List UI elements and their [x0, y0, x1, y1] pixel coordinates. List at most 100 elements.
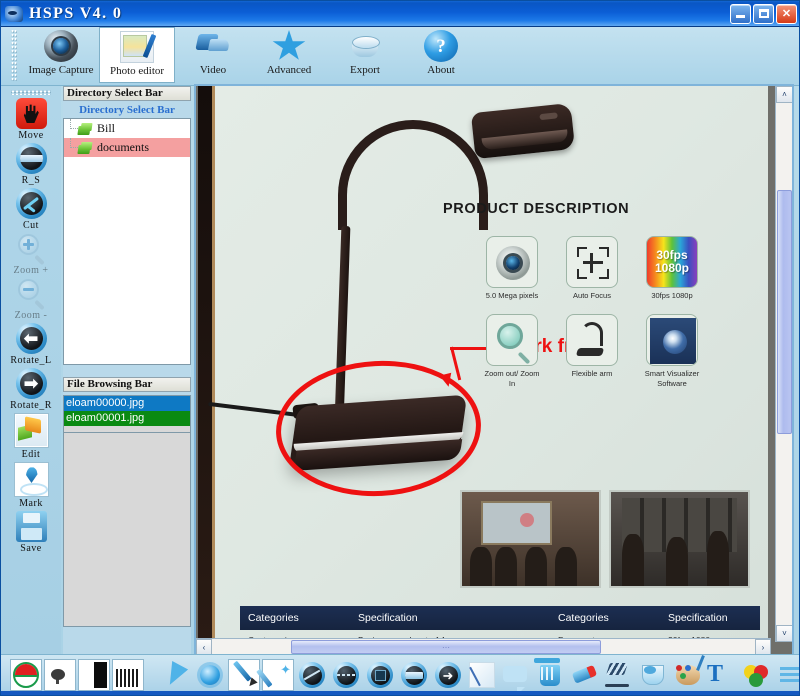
camera-icon: [44, 30, 78, 62]
badge-line-2: 1080p: [654, 261, 690, 275]
magic-wand-icon: [265, 662, 291, 688]
color-wheel-button[interactable]: [738, 659, 770, 691]
tool-cut[interactable]: Cut: [1, 188, 61, 231]
tool-zoom-in[interactable]: Zoom +: [1, 233, 61, 276]
tool-rotate-left-label: Rotate_L: [10, 355, 52, 366]
list-item[interactable]: eloam00000.jpg: [64, 396, 190, 411]
feature-autofocus: Auto Focus: [563, 236, 621, 300]
pencil-icon: [231, 662, 257, 688]
image-canvas[interactable]: Mark freely PRODUCT DESCRIPTION 5.0 Mega…: [198, 86, 768, 642]
directory-panel-caption: Directory Select Bar: [79, 104, 175, 116]
stamp-button[interactable]: [602, 659, 634, 691]
floppy-disk-icon: [15, 511, 47, 542]
document-line-button[interactable]: [466, 659, 498, 691]
question-mark-icon: ?: [424, 30, 458, 62]
tool-save[interactable]: Save: [1, 511, 61, 554]
color-mode-button[interactable]: [10, 659, 42, 691]
text-tool-icon: T: [707, 661, 724, 687]
line-width-button[interactable]: [772, 659, 799, 691]
lamp-head-button: [539, 112, 558, 121]
file-list[interactable]: eloam00000.jpg eloam00001.jpg: [63, 395, 191, 433]
tab-image-capture-label: Image Capture: [28, 64, 94, 76]
ellipse-tool-button[interactable]: [398, 659, 430, 691]
close-button[interactable]: ✕: [776, 3, 797, 24]
eraser-button[interactable]: [568, 659, 600, 691]
spec-header-2: Specification: [358, 612, 418, 624]
tool-rail: Move R_S Cut Zoom + Zoom - ⬅ Rotate_L ➡ …: [1, 86, 61, 656]
rectangle-tool-button[interactable]: [364, 659, 396, 691]
tool-rotate-right-label: Rotate_R: [10, 400, 52, 411]
ellipse-tool-icon: [401, 662, 427, 688]
bottom-toolbar: ➜ T: [1, 654, 799, 695]
folder-icon: [78, 142, 92, 154]
feature-autofocus-label: Auto Focus: [573, 291, 611, 300]
palette-brush-button[interactable]: [670, 659, 702, 691]
list-item[interactable]: eloam00001.jpg: [64, 411, 190, 426]
focus-frame-icon: [566, 236, 618, 288]
file-list-empty-area: [63, 433, 191, 627]
vertical-scrollbar[interactable]: ˄ ˅: [775, 86, 792, 642]
paint-bucket-button[interactable]: [636, 659, 668, 691]
vertical-scroll-thumb[interactable]: [777, 190, 792, 434]
tool-zoom-out[interactable]: Zoom -: [1, 278, 61, 321]
software-disc-icon: [646, 314, 698, 367]
scroll-right-button[interactable]: ›: [755, 639, 771, 654]
pencil-tool-button[interactable]: [228, 659, 260, 691]
horizontal-scroll-thumb[interactable]: ⋯: [291, 640, 601, 654]
tab-video[interactable]: Video: [175, 27, 251, 83]
tool-edit[interactable]: Edit: [1, 413, 61, 460]
directory-tree[interactable]: Bill documents: [63, 118, 191, 365]
toolbar-grip[interactable]: [11, 29, 17, 81]
window-title: HSPS V4. 0: [29, 4, 123, 22]
tab-advanced[interactable]: Advanced: [251, 27, 327, 83]
scroll-up-button[interactable]: ˄: [776, 86, 792, 103]
line-width-icon: [775, 662, 799, 688]
palette-brush-icon: [673, 662, 700, 688]
spec-table-header: Categories Specification Categories Spec…: [240, 606, 760, 630]
feature-row-2: Zoom out/ Zoom In Flexible arm Smart Vis…: [483, 314, 768, 388]
tree-item-documents[interactable]: documents: [64, 138, 190, 157]
magic-wand-button[interactable]: [262, 659, 294, 691]
black-white-button[interactable]: [78, 659, 110, 691]
brightness-tool-button[interactable]: [194, 659, 226, 691]
maximize-button[interactable]: [753, 3, 774, 24]
rectangle-tool-icon: [367, 662, 393, 688]
tool-rs[interactable]: R_S: [1, 143, 61, 186]
application-window: HSPS V4. 0 ✕ Image Capture Photo editor …: [0, 0, 800, 696]
tool-move[interactable]: Move: [1, 98, 61, 141]
tool-rotate-left[interactable]: ⬅ Rotate_L: [1, 323, 61, 366]
cursor-tool-button[interactable]: [160, 659, 192, 691]
browser-panel: Directory Select Bar Directory Select Ba…: [63, 86, 191, 656]
horizontal-scrollbar[interactable]: ‹ ⋯ ›: [196, 638, 771, 654]
rainbow-badge-icon: 30fps 1080p: [646, 236, 698, 288]
color-mode-icon: [13, 662, 39, 688]
tab-photo-editor[interactable]: Photo editor: [99, 27, 175, 83]
text-tool-button[interactable]: T: [704, 659, 736, 691]
arrow-tool-button[interactable]: ➜: [432, 659, 464, 691]
tab-export-label: Export: [350, 64, 380, 76]
window-controls: ✕: [730, 3, 799, 24]
camera-lens-icon: [486, 236, 538, 288]
spec-header-3: Categories: [558, 612, 609, 624]
feature-row-1: 5.0 Mega pixels Auto Focus 30fps 1080p 3…: [483, 236, 768, 300]
histogram-button[interactable]: [112, 659, 144, 691]
line-tool-button[interactable]: [296, 659, 328, 691]
minimize-button[interactable]: [730, 3, 751, 24]
eraser-icon: [571, 662, 597, 688]
tree-item-bill[interactable]: Bill: [64, 119, 190, 138]
tool-mark[interactable]: Mark: [1, 462, 61, 509]
tree-scene-button[interactable]: [44, 659, 76, 691]
scroll-left-button[interactable]: ‹: [196, 639, 212, 654]
product-description-heading: PRODUCT DESCRIPTION: [443, 201, 630, 217]
trash-button[interactable]: [534, 659, 566, 691]
scroll-down-button[interactable]: ˅: [776, 625, 792, 642]
tab-advanced-label: Advanced: [266, 64, 312, 76]
tab-export[interactable]: Export: [327, 27, 403, 83]
tab-image-capture[interactable]: Image Capture: [23, 27, 99, 83]
dashed-line-button[interactable]: [330, 659, 362, 691]
resize-icon: [15, 143, 47, 174]
tool-rotate-right[interactable]: ➡ Rotate_R: [1, 368, 61, 411]
rail-grip[interactable]: [11, 90, 51, 95]
callout-bubble-button[interactable]: [500, 659, 532, 691]
tab-about[interactable]: ? About: [403, 27, 479, 83]
